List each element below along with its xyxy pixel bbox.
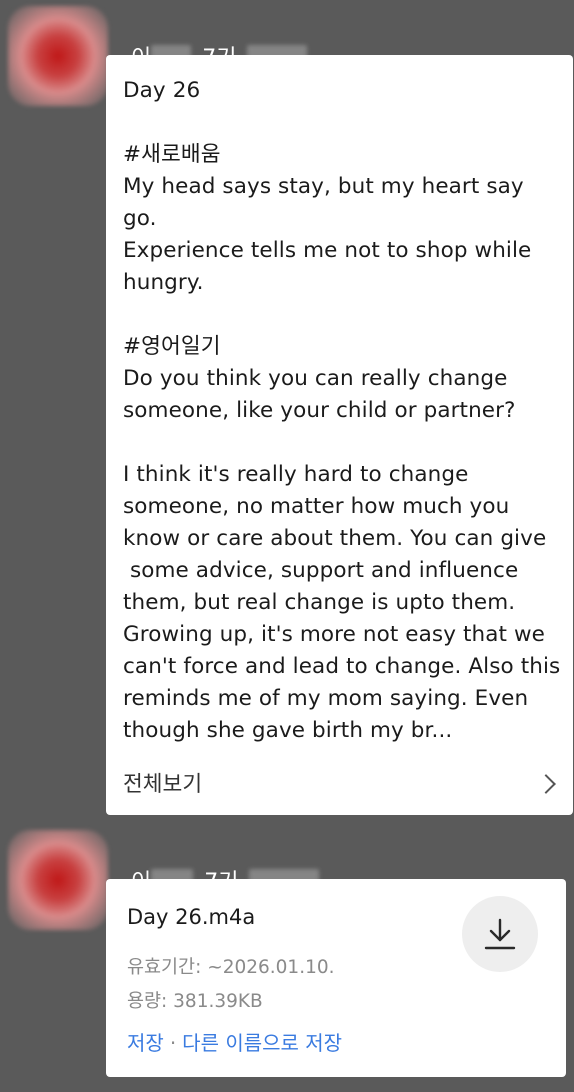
download-button[interactable] bbox=[462, 896, 538, 972]
view-all-button[interactable]: 전체보기 bbox=[106, 755, 573, 815]
save-link[interactable]: 저장 bbox=[127, 1031, 164, 1055]
sender-name: 이_7기 bbox=[117, 14, 307, 73]
chevron-right-icon bbox=[536, 774, 556, 794]
save-as-link[interactable]: 다른 이름으로 저장 bbox=[182, 1031, 342, 1055]
file-expiry: 유효기간: ~2026.01.10. bbox=[127, 957, 335, 978]
sender-avatar[interactable] bbox=[8, 6, 108, 106]
message-bubble[interactable]: Day 26 #새로배움 My head says stay, but my h… bbox=[106, 55, 573, 815]
sender-name: 이_7기 bbox=[117, 838, 319, 897]
sender-avatar[interactable] bbox=[8, 830, 108, 930]
file-actions: 저장 · 다른 이름으로 저장 bbox=[127, 1027, 342, 1056]
download-icon bbox=[484, 918, 516, 950]
view-all-label: 전체보기 bbox=[123, 772, 203, 797]
message-text: Day 26 #새로배움 My head says stay, but my h… bbox=[123, 78, 561, 743]
file-name: Day 26.m4a bbox=[127, 905, 256, 929]
file-size: 용량: 381.39KB bbox=[127, 991, 263, 1012]
separator: · bbox=[169, 1031, 177, 1055]
file-bubble[interactable]: Day 26.m4a 유효기간: ~2026.01.10. 용량: 381.39… bbox=[106, 879, 566, 1077]
